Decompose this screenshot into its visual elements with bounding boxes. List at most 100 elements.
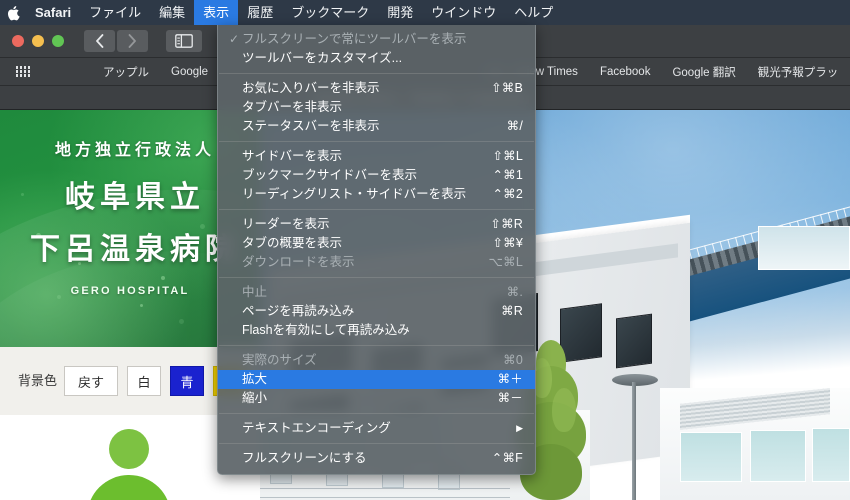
menu-develop[interactable]: 開発	[378, 0, 422, 25]
menu-item-label: ツールバーをカスタマイズ...	[242, 51, 403, 65]
menu-item-shortcut: ⌃⌘F	[491, 451, 523, 465]
menu-item-shortcut: ⌥⌘L	[488, 255, 523, 269]
sidebar-toggle-icon	[175, 34, 193, 48]
sidebar-toggle-button[interactable]	[166, 30, 202, 52]
menu-item-label: 縮小	[242, 391, 268, 405]
menu-item-hide-favorites-bar[interactable]: お気に入りバーを非表示 ⇧⌘B	[218, 79, 535, 98]
menu-item-text-encoding[interactable]: テキストエンコーディング ▶	[218, 419, 535, 438]
menu-window[interactable]: ウインドウ	[422, 0, 505, 25]
menu-separator	[219, 443, 534, 444]
menu-edit[interactable]: 編集	[150, 0, 194, 25]
menu-item-show-reader[interactable]: リーダーを表示 ⇧⌘R	[218, 215, 535, 234]
menu-item-show-sidebar[interactable]: サイドバーを表示 ⇧⌘L	[218, 147, 535, 166]
menu-item-label: テキストエンコーディング	[242, 421, 391, 435]
menu-item-label: ブックマークサイドバーを表示	[242, 168, 418, 182]
menu-history[interactable]: 履歴	[238, 0, 282, 25]
menu-separator	[219, 209, 534, 210]
menu-bookmarks[interactable]: ブックマーク	[282, 0, 378, 25]
menu-item-shortcut: ⌘－	[497, 391, 523, 405]
menu-item-label: ページを再読み込み	[242, 304, 355, 318]
bookmark-google[interactable]: Google	[160, 66, 219, 78]
menu-item-hide-tab-bar[interactable]: タブバーを非表示	[218, 98, 535, 117]
menu-item-zoom-out[interactable]: 縮小 ⌘－	[218, 389, 535, 408]
menu-item-customize-toolbar[interactable]: ツールバーをカスタマイズ...	[218, 49, 535, 68]
menu-item-shortcut: ⌃⌘1	[492, 168, 523, 182]
building-window	[616, 313, 652, 369]
menu-item-show-downloads[interactable]: ダウンロードを表示 ⌥⌘L	[218, 253, 535, 272]
bookmark-google-translate[interactable]: Google 翻訳	[661, 64, 746, 80]
menu-item-label: リーディングリスト・サイドバーを表示	[242, 187, 467, 201]
menu-item-shortcut: ⇧⌘B	[491, 81, 523, 95]
menu-item-always-show-toolbar-fullscreen[interactable]: ✓ フルスクリーンで常にツールバーを表示	[218, 30, 535, 49]
menu-item-label: タブの概要を表示	[242, 236, 343, 250]
close-button[interactable]	[12, 35, 24, 47]
view-menu-dropdown: ✓ フルスクリーンで常にツールバーを表示 ツールバーをカスタマイズ... お気に…	[217, 25, 536, 475]
menu-item-reload-with-flash[interactable]: Flashを有効にして再読み込み	[218, 321, 535, 340]
bookmark-facebook[interactable]: Facebook	[589, 66, 662, 78]
menu-item-label: Flashを有効にして再読み込み	[242, 323, 410, 337]
menu-item-show-bookmarks-sidebar[interactable]: ブックマークサイドバーを表示 ⌃⌘1	[218, 166, 535, 185]
menu-separator	[219, 413, 534, 414]
bookmark-apple[interactable]: アップル	[92, 64, 160, 80]
menu-item-label: フルスクリーンで常にツールバーを表示	[242, 32, 467, 46]
menu-file[interactable]: ファイル	[80, 0, 150, 25]
menu-item-show-tab-overview[interactable]: タブの概要を表示 ⇧⌘¥	[218, 234, 535, 253]
street-lamp-post	[632, 382, 636, 500]
right-wing-window	[758, 226, 850, 270]
bookmark-kanko-yoho[interactable]: 観光予報プラッ	[747, 64, 850, 80]
menu-item-shortcut: ⌃⌘2	[492, 187, 523, 201]
menu-item-label: サイドバーを表示	[242, 149, 343, 163]
menu-separator	[219, 277, 534, 278]
avatar-head	[109, 429, 149, 469]
menu-help[interactable]: ヘルプ	[505, 0, 562, 25]
menu-item-shortcut: ⇧⌘L	[492, 149, 523, 163]
menu-item-shortcut: ⌘.	[506, 285, 523, 299]
lower-railing	[260, 488, 510, 498]
person-avatar-icon	[86, 429, 172, 500]
right-wing-window	[680, 432, 742, 482]
menu-item-shortcut: ⇧⌘R	[490, 217, 523, 231]
menu-item-label: 拡大	[242, 372, 268, 386]
menu-item-shortcut: ⌘＋	[497, 372, 523, 386]
menu-view[interactable]: 表示	[194, 0, 239, 25]
menu-item-label: 実際のサイズ	[242, 353, 317, 367]
maximize-button[interactable]	[52, 35, 64, 47]
menu-item-label: ステータスバーを非表示	[242, 119, 380, 133]
chevron-left-icon	[96, 34, 104, 48]
bgcolor-reset-button[interactable]: 戻す	[64, 366, 118, 396]
submenu-arrow-icon: ▶	[516, 423, 523, 433]
menu-safari[interactable]: Safari	[26, 0, 80, 25]
menu-item-label: リーダーを表示	[242, 217, 330, 231]
menu-item-hide-status-bar[interactable]: ステータスバーを非表示 ⌘/	[218, 117, 535, 136]
menu-separator	[219, 73, 534, 74]
navigation-buttons	[84, 30, 202, 52]
menu-item-label: お気に入りバーを非表示	[242, 81, 380, 95]
right-wing-window	[750, 430, 806, 482]
window-traffic-lights	[12, 35, 64, 47]
screenshot-root: Safari ファイル 編集 表示 履歴 ブックマーク 開発 ウインドウ ヘルプ	[0, 0, 850, 500]
menu-item-label: タブバーを非表示	[242, 100, 343, 114]
back-button[interactable]	[84, 30, 115, 52]
checkmark-icon: ✓	[229, 32, 240, 46]
menu-item-zoom-in[interactable]: 拡大 ⌘＋	[218, 370, 535, 389]
forward-button[interactable]	[117, 30, 148, 52]
menu-item-shortcut: ⌘/	[506, 119, 523, 133]
menu-item-shortcut: ⇧⌘¥	[492, 236, 523, 250]
background-color-label: 背景色	[18, 373, 58, 388]
menu-item-enter-fullscreen[interactable]: フルスクリーンにする ⌃⌘F	[218, 449, 535, 468]
menu-item-label: フルスクリーンにする	[242, 451, 367, 465]
menu-separator	[219, 345, 534, 346]
menu-item-show-reading-list-sidebar[interactable]: リーディングリスト・サイドバーを表示 ⌃⌘2	[218, 185, 535, 204]
bgcolor-white-button[interactable]: 白	[127, 366, 161, 396]
avatar-body	[87, 475, 171, 500]
menu-separator	[219, 141, 534, 142]
right-wing-window	[812, 428, 850, 482]
minimize-button[interactable]	[32, 35, 44, 47]
menu-item-stop[interactable]: 中止 ⌘.	[218, 283, 535, 302]
menu-item-reload-page[interactable]: ページを再読み込み ⌘R	[218, 302, 535, 321]
bookmarks-grid-icon[interactable]	[16, 66, 30, 77]
bgcolor-blue-button[interactable]: 青	[170, 366, 204, 396]
menu-item-shortcut: ⌘0	[503, 353, 523, 367]
apple-logo-icon[interactable]	[0, 0, 26, 25]
menu-item-actual-size[interactable]: 実際のサイズ ⌘0	[218, 351, 535, 370]
